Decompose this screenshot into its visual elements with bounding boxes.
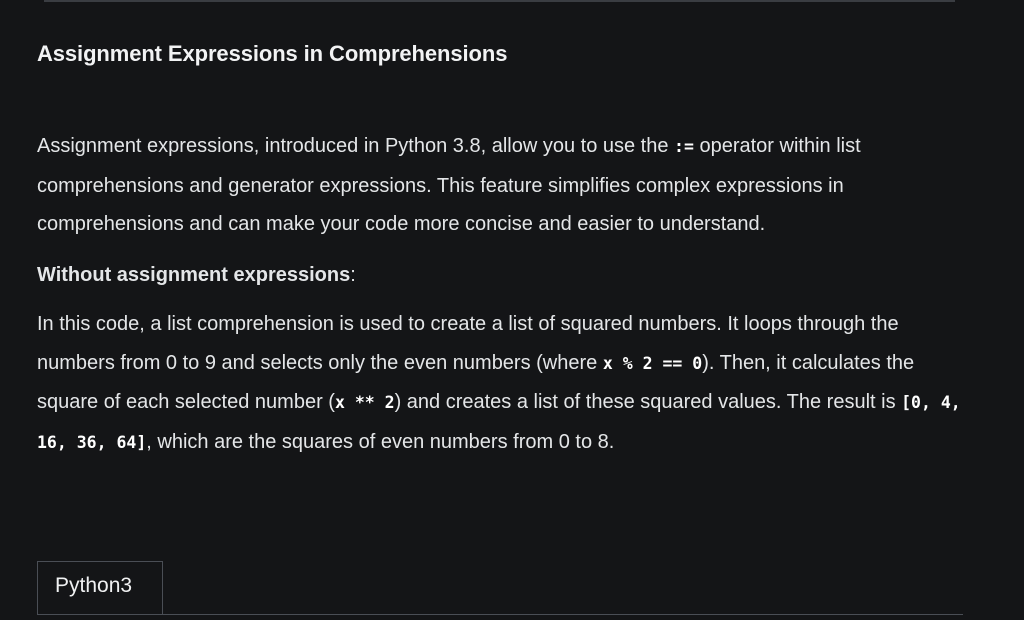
walrus-operator-code: :=: [674, 137, 694, 156]
modulo-condition-code: x % 2 == 0: [602, 353, 703, 373]
code-tab-bar: Python3: [37, 561, 963, 620]
subheading-bold: Without assignment expressions: [37, 263, 351, 286]
subheading-suffix: :: [350, 263, 356, 286]
explanation-text-3: ) and creates a list of these squared va…: [394, 391, 902, 413]
subheading-paragraph: Without assignment expressions:: [37, 256, 967, 295]
square-expression-code: x ** 2: [334, 393, 395, 412]
explanation-paragraph: In this code, a list comprehension is us…: [37, 305, 967, 462]
top-divider: [44, 0, 955, 2]
article-content: Assignment Expressions in Comprehensions…: [37, 34, 967, 462]
tab-python3[interactable]: Python3: [37, 561, 163, 614]
explanation-text-4: , which are the squares of even numbers …: [146, 430, 615, 453]
section-heading: Assignment Expressions in Comprehensions: [37, 41, 508, 66]
intro-text-before: Assignment expressions, introduced in Py…: [37, 135, 675, 157]
tab-bar-underline: [37, 614, 963, 615]
intro-paragraph: Assignment expressions, introduced in Py…: [37, 127, 967, 244]
